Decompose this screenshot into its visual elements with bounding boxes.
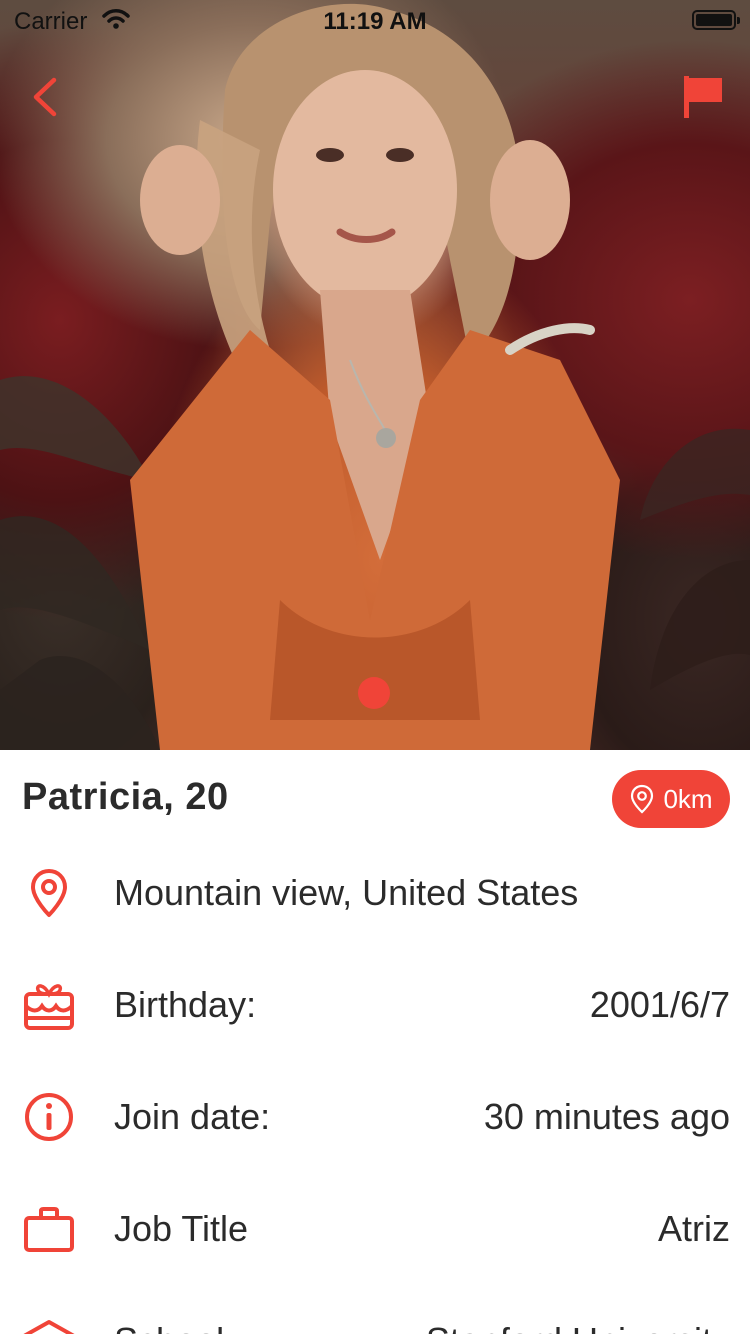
report-button[interactable] (680, 72, 726, 120)
detail-row-location: Mountain view, United States (22, 858, 730, 928)
chevron-left-icon (33, 77, 57, 117)
detail-row-school: School Stanford University (22, 1306, 730, 1334)
detail-value: 30 minutes ago (483, 1096, 730, 1137)
school-icon (23, 1320, 75, 1334)
flag-icon (684, 76, 722, 118)
profile-name-age: Patricia, 20 (22, 776, 229, 818)
info-icon (25, 1093, 73, 1141)
photo-page-indicator (358, 677, 390, 709)
distance-badge: 0km (612, 770, 730, 828)
detail-label: Birthday: (114, 984, 257, 1025)
detail-row-join-date: Join date: 30 minutes ago (22, 1082, 730, 1152)
battery-icon (692, 10, 740, 30)
detail-row-job-title: Job Title Atriz (22, 1194, 730, 1264)
detail-value: Stanford University (426, 1320, 730, 1334)
detail-row-birthday: Birthday: 2001/6/7 (22, 970, 730, 1040)
profile-header: Patricia, 20 0km (22, 770, 730, 830)
briefcase-icon (24, 1207, 74, 1252)
detail-label: School (114, 1320, 224, 1334)
detail-label: Mountain view, United States (114, 872, 579, 913)
birthday-cake-icon (24, 984, 74, 1030)
detail-value: Atriz (658, 1208, 730, 1249)
status-time: 11:19 AM (323, 8, 427, 35)
detail-label: Join date: (114, 1096, 271, 1137)
back-button[interactable] (26, 72, 66, 122)
location-pin-icon (631, 784, 654, 814)
distance-value: 0km (663, 783, 713, 814)
profile-photo-image (0, 3, 750, 750)
status-bar: Carrier 11:19 AM (0, 0, 750, 40)
detail-label: Job Title (114, 1208, 249, 1249)
profile-photo[interactable] (0, 0, 750, 750)
detail-value: 2001/6/7 (589, 984, 730, 1025)
location-pin-icon (31, 869, 67, 917)
